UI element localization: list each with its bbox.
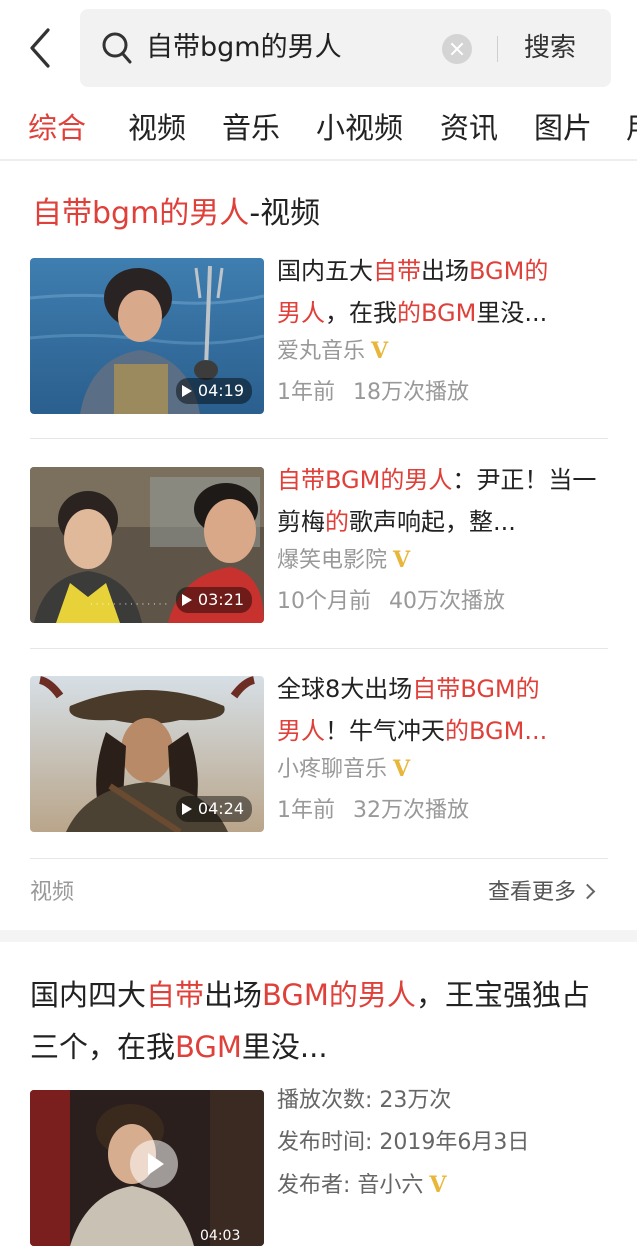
search-input[interactable]: 自带bgm的男人 (146, 29, 342, 67)
title-highlight: BGM的 (469, 257, 549, 285)
search-button[interactable]: 搜索 (524, 29, 576, 67)
tab-music[interactable]: 音乐 (222, 108, 280, 148)
duration-badge: 04:19 (175, 378, 252, 404)
play-count: 18万次播放 (353, 380, 469, 405)
tabs-divider (0, 159, 637, 161)
title-seg: 国内四大 (30, 978, 147, 1012)
video-thumbnail[interactable]: 04:24 (30, 676, 264, 832)
divider (30, 858, 608, 859)
publisher-info[interactable]: 发布者: 音小六 V (277, 1168, 446, 1203)
view-more-label: 查看更多 (488, 880, 577, 905)
video-thumbnail[interactable]: · · · · · · · · · · · · · · 03:21 (30, 467, 264, 623)
title-highlight: BGM (175, 1030, 242, 1064)
author-name: 爱丸音乐 (277, 339, 366, 364)
verified-icon: V (429, 1172, 447, 1198)
author[interactable]: 爱丸音乐 V (277, 334, 388, 369)
author-name: 爆笑电影院 (277, 548, 388, 573)
play-icon (181, 593, 192, 606)
video-item[interactable]: 04:19 国内五大自带出场BGM的男人，在我的BGM里没... 爱丸音乐 V 1… (30, 257, 608, 418)
title-seg: 里没... (241, 1030, 328, 1064)
result-title[interactable]: 国内四大自带出场BGM的男人，王宝强独占三个，在我BGM里没... (30, 969, 600, 1073)
title-highlight: 自带 (146, 978, 205, 1012)
author-name: 小疼聊音乐 (277, 757, 388, 782)
video-item[interactable]: 04:24 全球8大出场自带BGM的 男人！牛气冲天的BGM... 小疼聊音乐 V … (30, 675, 608, 836)
title-highlight: 自带 (373, 257, 421, 285)
title-highlight: 自带BGM的男人 (277, 466, 453, 494)
result-thumbnail[interactable]: 04:03 (30, 1090, 264, 1246)
section-suffix: -视频 (249, 196, 321, 231)
title-highlight: 的BGM... (445, 717, 548, 745)
verified-icon: V (371, 338, 389, 364)
publish-time: 1年前 (277, 380, 335, 405)
search-divider (497, 36, 498, 62)
section-footer-label: 视频 (30, 880, 75, 905)
thumbnail-duration: 04:03 (200, 1228, 240, 1244)
title-seg: ！牛气冲天 (325, 717, 445, 745)
search-box[interactable]: 自带bgm的男人 搜索 (80, 9, 611, 87)
video-thumbnail[interactable]: 04:19 (30, 258, 264, 414)
title-highlight: BGM的男人 (262, 978, 416, 1012)
verified-icon: V (393, 756, 411, 782)
publish-date-info: 发布时间: 2019年6月3日 (277, 1130, 530, 1155)
search-icon (102, 32, 132, 64)
play-count: 40万次播放 (389, 589, 505, 614)
category-tabs: 综合 视频 音乐 小视频 资讯 图片 用 (0, 100, 637, 158)
video-meta: 10个月前 40万次播放 (277, 585, 505, 619)
duration-text: 04:24 (197, 799, 244, 818)
video-title[interactable]: 自带BGM的男人：尹正！当一剪梅的歌声响起，整... (277, 459, 607, 543)
search-header: 自带bgm的男人 搜索 (0, 0, 637, 96)
publish-time: 1年前 (277, 798, 335, 823)
video-title[interactable]: 全球8大出场自带BGM的男人！牛气冲天的BGM... (277, 668, 607, 752)
play-icon (181, 384, 192, 397)
author[interactable]: 小疼聊音乐 V (277, 752, 410, 787)
duration-badge: 04:24 (175, 796, 252, 822)
tab-images[interactable]: 图片 (534, 108, 592, 148)
tab-more[interactable]: 用 (626, 108, 637, 148)
duration-text: 03:21 (197, 590, 244, 609)
verified-icon: V (393, 547, 411, 573)
video-meta: 1年前 32万次播放 (277, 794, 469, 828)
play-count: 32万次播放 (353, 798, 469, 823)
title-seg: ，在我 (325, 299, 397, 327)
title-highlight: 自带BGM的 (412, 675, 540, 703)
author[interactable]: 爆笑电影院 V (277, 543, 410, 578)
section-gap (0, 930, 637, 942)
chevron-right-icon (579, 883, 596, 900)
title-seg: 歌声响起，整... (349, 508, 516, 536)
tab-short-video[interactable]: 小视频 (316, 108, 403, 148)
divider (30, 438, 608, 439)
title-highlight: 的 (325, 508, 349, 536)
publisher-name: 发布者: 音小六 (277, 1173, 424, 1198)
title-seg: 国内五大 (277, 257, 373, 285)
video-meta: 1年前 18万次播放 (277, 376, 469, 410)
duration-text: 04:19 (197, 381, 244, 400)
title-seg: 出场 (204, 978, 263, 1012)
video-item[interactable]: · · · · · · · · · · · · · · 03:21 自带BGM的… (30, 466, 608, 627)
tab-video[interactable]: 视频 (128, 108, 186, 148)
play-count-info: 播放次数: 23万次 (277, 1088, 452, 1113)
tab-news[interactable]: 资讯 (440, 108, 498, 148)
play-icon[interactable] (130, 1140, 178, 1188)
section-query: 自带bgm的男人 (32, 196, 250, 231)
svg-text:· · · · · · · · · · · · · ·: · · · · · · · · · · · · · · (90, 600, 167, 610)
view-more-link[interactable]: 查看更多 (488, 876, 596, 910)
tab-all[interactable]: 综合 (28, 108, 86, 148)
title-highlight: 男人 (277, 717, 325, 745)
publish-time: 10个月前 (277, 589, 371, 614)
title-seg: 全球8大出场 (277, 675, 413, 703)
title-seg: 里没... (476, 299, 548, 327)
title-seg: 出场 (421, 257, 469, 285)
video-title[interactable]: 国内五大自带出场BGM的男人，在我的BGM里没... (277, 250, 607, 334)
title-highlight: 的BGM (397, 299, 477, 327)
back-arrow-icon[interactable] (22, 26, 62, 70)
title-highlight: 男人 (277, 299, 325, 327)
divider (30, 648, 608, 649)
duration-badge: 03:21 (175, 587, 252, 613)
video-section-title[interactable]: 自带bgm的男人-视频 (32, 193, 320, 235)
play-icon (181, 802, 192, 815)
clear-icon[interactable] (442, 34, 472, 64)
